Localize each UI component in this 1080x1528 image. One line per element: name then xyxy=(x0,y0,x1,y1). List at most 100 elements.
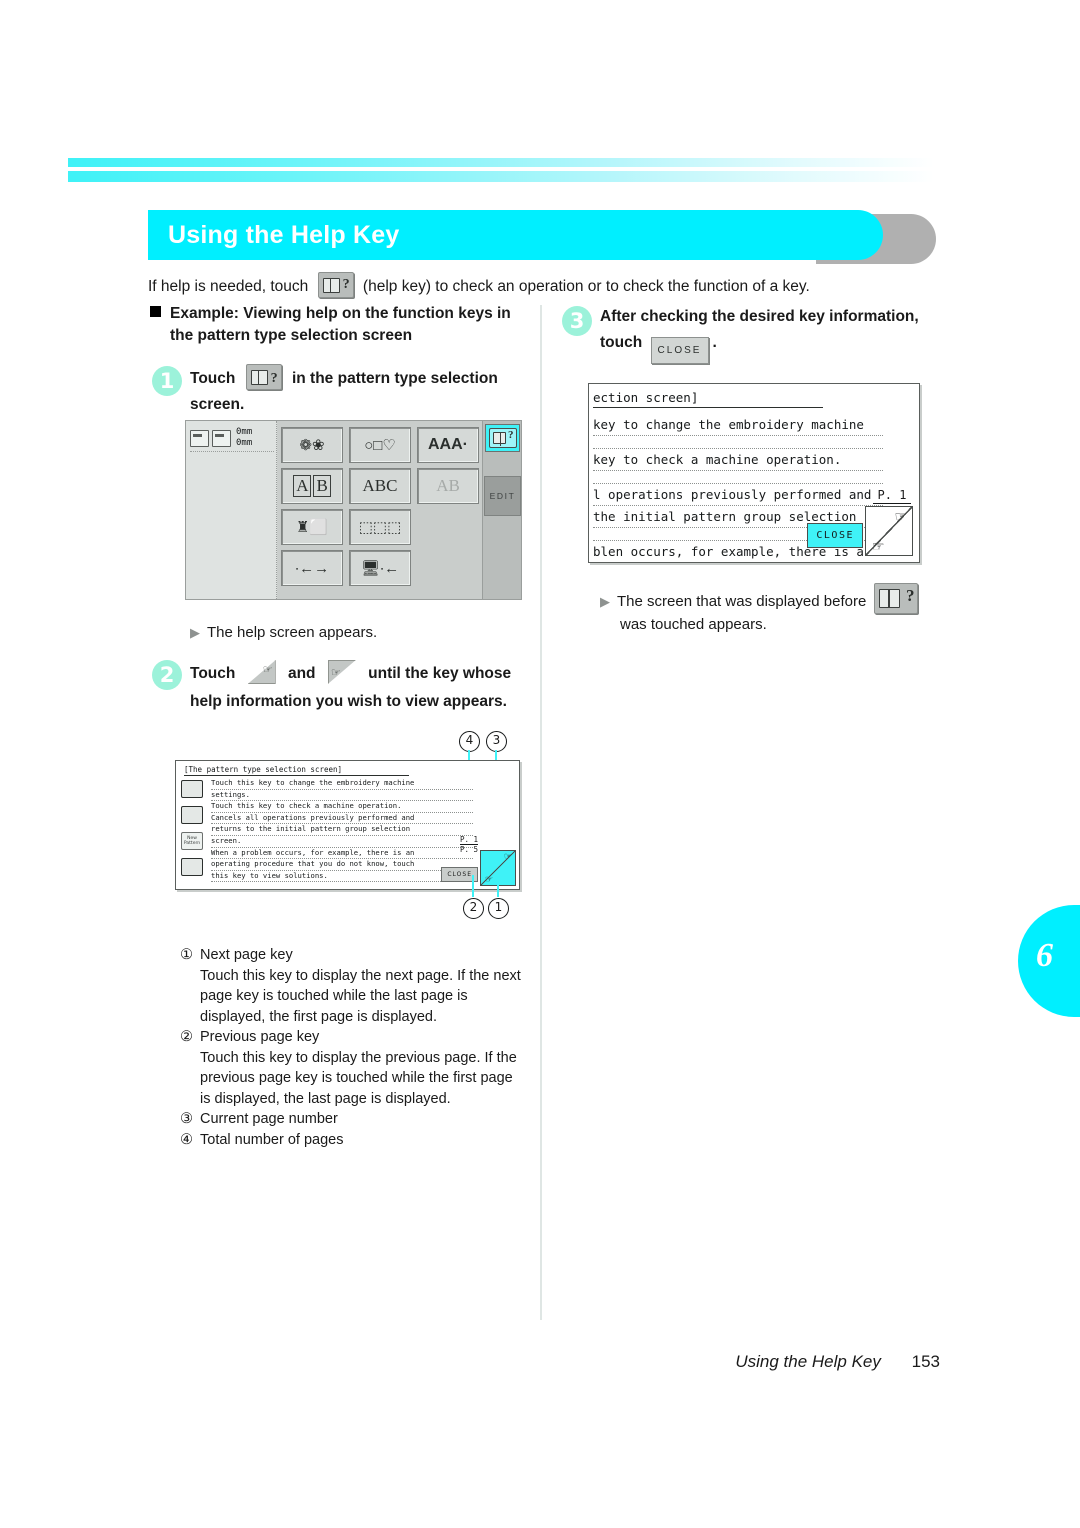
lcd-key-computer-usb[interactable]: 🖥∙← xyxy=(349,550,411,586)
deco-bar-bottom xyxy=(68,171,934,182)
footer-section-title: Using the Help Key xyxy=(735,1352,881,1371)
step-badge-2: 2 xyxy=(152,660,182,690)
page-title: Using the Help Key xyxy=(168,221,400,249)
help-current-page: P. 5 xyxy=(459,845,478,854)
step-1-result-text: The help screen appears. xyxy=(207,624,378,641)
step-3-result-after: was touched appears. xyxy=(620,616,767,633)
result-arrow-icon: ▶ xyxy=(600,594,610,609)
step-2-text: Touch ☞ and ☞ until the key whose help i… xyxy=(190,660,530,715)
desc-body-1: Next page key Touch this key to display … xyxy=(200,945,525,1027)
callout-line-1 xyxy=(497,875,499,897)
lcd-key-outline-alphabet[interactable]: AB xyxy=(417,468,479,504)
hand-glyph: ☞ xyxy=(262,663,273,676)
description-item: ① Next page key Touch this key to displa… xyxy=(180,945,525,1027)
help-line-7: When a problem occurs, for example, ther… xyxy=(211,848,473,860)
zoom-help-line-2: key to check a machine operation. xyxy=(593,449,883,471)
desc-title-1: Next page key xyxy=(200,947,293,963)
next-page-hand-icon: ☞ xyxy=(485,874,494,884)
help-line-9: this key to view solutions. xyxy=(211,871,473,883)
desc-num-2: ② xyxy=(180,1029,193,1045)
intro-paragraph: If help is needed, touch ? (help key) to… xyxy=(148,272,948,298)
next-page-key-icon: ☞ xyxy=(327,660,356,684)
help-total-pages: P. 1 xyxy=(459,835,478,845)
step-1-text-after: in the pattern type selection xyxy=(291,370,498,387)
step-2-text-after: until the key whose xyxy=(368,665,512,682)
example-heading-line2: the pattern type selection screen xyxy=(170,327,413,344)
lcd-status-panel: 0mm 0mm xyxy=(186,421,277,599)
book-glyph xyxy=(492,432,506,446)
chapter-tab: 6 xyxy=(1018,905,1080,1017)
description-item: ② Previous page key Touch this key to di… xyxy=(180,1027,525,1109)
zoom-page-keys[interactable]: ☞ ☞ xyxy=(865,506,913,556)
step-3-result: ▶ The screen that was displayed before ? … xyxy=(600,583,950,636)
help-line-3: Touch this key to check a machine operat… xyxy=(211,801,473,813)
zoom-help-gap-2 xyxy=(593,471,883,484)
step-badge-3: 3 xyxy=(562,306,592,336)
desc-title-3: Current page number xyxy=(200,1111,338,1127)
help-line-8: operating procedure that you do not know… xyxy=(211,859,473,871)
step-2-text-before: Touch xyxy=(190,665,236,682)
help-screen-zoomed-illustration: ection screen] key to change the embroid… xyxy=(588,383,920,563)
lcd-key-usb-media[interactable]: ∙←→ xyxy=(281,550,343,586)
step-3-line2: touch CLOSE. xyxy=(600,330,945,364)
step-1-text-before: Touch xyxy=(190,370,236,387)
step-3-line1: After checking the desired key informati… xyxy=(600,308,919,325)
lcd-help-key[interactable]: ? xyxy=(485,424,520,452)
lcd-sidebar: ? EDIT xyxy=(482,421,521,599)
help-line-6: screen. xyxy=(211,836,473,848)
lcd-key-embroidery-patterns[interactable]: ❁❀ xyxy=(281,427,343,463)
presser-foot-icon xyxy=(190,429,209,447)
lcd-key-frame-patterns[interactable]: ○□♡ xyxy=(349,427,411,463)
intro-text-before: If help is needed, touch xyxy=(148,278,309,295)
help-screen-title: [The pattern type selection screen] xyxy=(184,765,409,776)
desc-num-1: ① xyxy=(180,947,193,963)
square-bullet-icon xyxy=(150,306,161,317)
lcd-mm-top: 0mm xyxy=(236,427,253,437)
lcd-key-spacer xyxy=(417,509,479,545)
desc-text-1: Touch this key to display the next page.… xyxy=(200,967,521,1025)
desc-num-3: ③ xyxy=(180,1111,193,1127)
lcd-key-alphabet-size[interactable]: AAA· xyxy=(417,427,479,463)
intro-text-after: (help key) to check an operation or to c… xyxy=(362,278,810,295)
zoom-help-line-3: l operations previously performed and xyxy=(593,484,883,506)
desc-title-4: Total number of pages xyxy=(200,1131,344,1148)
step-badge-1: 1 xyxy=(152,366,182,396)
help-key-icon: ? xyxy=(874,583,919,614)
previous-page-hand-icon: ☞ xyxy=(894,508,907,524)
question-mark-glyph: ? xyxy=(905,586,915,605)
question-mark-glyph: ? xyxy=(508,429,514,441)
help-key-icon: ? xyxy=(488,428,517,448)
decorative-header-bars xyxy=(68,158,934,182)
example-heading-line1: Example: Viewing help on the function ke… xyxy=(170,305,511,322)
book-glyph xyxy=(250,370,268,385)
zoom-close-button[interactable]: CLOSE xyxy=(807,523,863,548)
callout-3: 3 xyxy=(486,731,507,752)
callout-1: 1 xyxy=(488,898,509,919)
lcd-key-script-alphabet[interactable]: ABC xyxy=(349,468,411,504)
book-glyph xyxy=(879,589,901,608)
lcd-key-embroidery-cards[interactable]: ⬚⬚⬚ xyxy=(349,509,411,545)
step-3-line2-after: . xyxy=(712,334,717,351)
lcd-pattern-type-selection-screen: 0mm 0mm ❁❀ ○□♡ AAA· AB ABC AB ♜⬜ ⬚⬚⬚ ∙←→… xyxy=(185,420,522,600)
close-button-icon: CLOSE xyxy=(650,337,709,364)
deco-bar-top xyxy=(68,158,934,167)
next-page-hand-icon: ☞ xyxy=(872,538,885,554)
zoom-help-title: ection screen] xyxy=(593,390,823,408)
zoom-total-pages: P. 1 xyxy=(873,488,911,504)
lcd-key-monogram[interactable]: ♜⬜ xyxy=(281,509,343,545)
description-item: ④ Total number of pages xyxy=(180,1130,525,1151)
help-line-5: returns to the initial pattern group sel… xyxy=(211,824,473,836)
page-key-descriptions: ① Next page key Touch this key to displa… xyxy=(180,945,525,1150)
step-2-text-line2: help information you wish to view appear… xyxy=(190,693,507,710)
hoop-size-icon xyxy=(212,429,231,447)
desc-title-2: Previous page key xyxy=(200,1029,320,1045)
example-heading: Example: Viewing help on the function ke… xyxy=(150,303,530,347)
lcd-mm-bottom: 0mm xyxy=(236,438,253,448)
lcd-pattern-keypad: ❁❀ ○□♡ AAA· AB ABC AB ♜⬜ ⬚⬚⬚ ∙←→ 🖥∙← xyxy=(281,427,481,593)
lcd-key-decorative-alphabet[interactable]: AB xyxy=(281,468,343,504)
previous-page-hand-icon: ☞ xyxy=(503,851,512,861)
help-line-1: Touch this key to change the embroidery … xyxy=(211,778,473,790)
settings-icon xyxy=(181,780,203,798)
footer-page-number: 153 xyxy=(911,1352,940,1371)
lcd-edit-key[interactable]: EDIT xyxy=(484,476,521,516)
